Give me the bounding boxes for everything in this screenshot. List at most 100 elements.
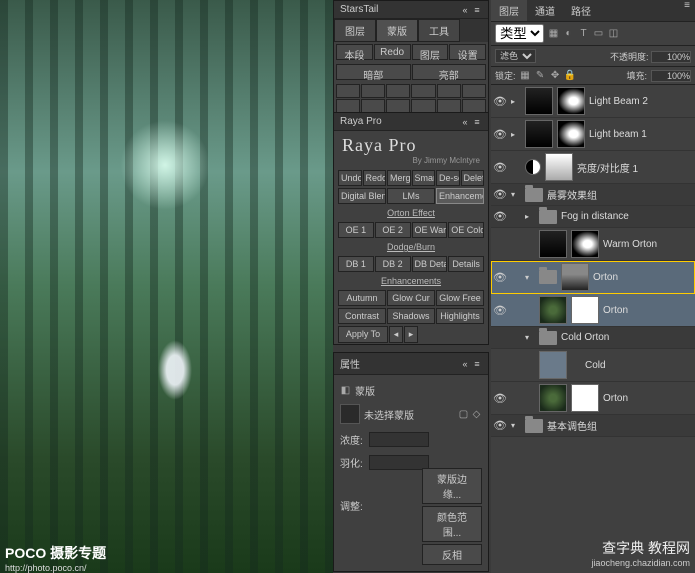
st-btn[interactable]: 亮部 bbox=[412, 64, 487, 80]
visibility-toggle[interactable]: 👁 bbox=[493, 95, 507, 108]
undo-button[interactable]: Undo bbox=[338, 170, 362, 186]
invert-button[interactable]: 反相 bbox=[422, 544, 482, 565]
layer-name[interactable]: Cold Orton bbox=[561, 332, 609, 343]
layer-list[interactable]: 👁 ▸ Light Beam 2 👁 ▸ Light beam 1 👁 亮度/对… bbox=[491, 85, 695, 565]
visibility-toggle[interactable]: 👁 bbox=[493, 419, 507, 432]
mask-thumb[interactable] bbox=[561, 263, 589, 291]
layer-name[interactable]: Orton bbox=[603, 305, 628, 316]
expand-icon[interactable]: ▾ bbox=[525, 273, 535, 282]
collapse-icon[interactable]: « bbox=[460, 117, 470, 127]
raya-header[interactable]: Raya Pro « ≡ bbox=[334, 113, 488, 131]
st-btn[interactable]: 图层 bbox=[412, 44, 449, 60]
expand-icon[interactable]: ▸ bbox=[511, 130, 521, 139]
st-cell[interactable] bbox=[361, 99, 385, 113]
tab-digital-blending[interactable]: Digital Blending bbox=[338, 188, 386, 204]
merge-button[interactable]: Merge bbox=[387, 170, 411, 186]
st-cell[interactable] bbox=[462, 84, 486, 98]
adjustment-icon[interactable] bbox=[525, 159, 541, 175]
st-tab-layer[interactable]: 图层 bbox=[334, 19, 376, 42]
layer-name[interactable]: Orton bbox=[593, 272, 618, 283]
smart-button[interactable]: Smart bbox=[412, 170, 436, 186]
mask-thumb[interactable] bbox=[571, 296, 599, 324]
collapse-icon[interactable]: « bbox=[460, 359, 470, 369]
vector-mask-icon[interactable]: ◇ bbox=[471, 409, 482, 420]
mask-thumb[interactable] bbox=[545, 153, 573, 181]
mask-thumb[interactable] bbox=[571, 384, 599, 412]
layer-thumb[interactable] bbox=[539, 351, 567, 379]
density-input[interactable] bbox=[369, 432, 429, 447]
expand-icon[interactable]: ▸ bbox=[525, 212, 535, 221]
fill-input[interactable] bbox=[651, 70, 691, 82]
expand-icon[interactable]: ▸ bbox=[511, 97, 521, 106]
st-cell[interactable] bbox=[437, 84, 461, 98]
menu-icon[interactable]: ≡ bbox=[472, 5, 482, 15]
filter-shape-icon[interactable]: ▭ bbox=[593, 28, 604, 39]
expand-icon[interactable]: ▾ bbox=[511, 190, 521, 199]
starstail-header[interactable]: StarsTail « ≡ bbox=[334, 1, 488, 19]
mask-thumb[interactable] bbox=[571, 230, 599, 258]
layer-group[interactable]: 👁 ▾ 基本调色组 bbox=[491, 415, 695, 437]
apply-next-button[interactable]: ▸ bbox=[404, 326, 418, 343]
redo-button[interactable]: Redo bbox=[363, 170, 387, 186]
layer-thumb[interactable] bbox=[539, 296, 567, 324]
layer-name[interactable]: 基本调色组 bbox=[547, 418, 597, 433]
st-cell[interactable] bbox=[336, 99, 360, 113]
menu-icon[interactable]: ≡ bbox=[472, 117, 482, 127]
st-cell[interactable] bbox=[411, 84, 435, 98]
tab-lms[interactable]: LMs bbox=[387, 188, 435, 204]
layer-group[interactable]: 👁 ▸ Fog in distance bbox=[491, 206, 695, 228]
layer-name[interactable]: Warm Orton bbox=[603, 239, 657, 250]
visibility-toggle[interactable]: 👁 bbox=[493, 210, 507, 223]
highlights-button[interactable]: Highlights bbox=[436, 308, 484, 324]
st-cell[interactable] bbox=[361, 84, 385, 98]
layer-row[interactable]: 👁 亮度/对比度 1 bbox=[491, 151, 695, 184]
lock-transparent-icon[interactable]: ▦ bbox=[520, 70, 531, 81]
apply-to-button[interactable]: Apply To bbox=[338, 326, 388, 343]
collapse-icon[interactable]: « bbox=[460, 5, 470, 15]
st-btn[interactable]: 本段 bbox=[336, 44, 373, 60]
layer-name[interactable]: Cold bbox=[585, 360, 606, 371]
tab-enhancements[interactable]: Enhancements bbox=[436, 188, 484, 204]
lock-position-icon[interactable]: ✥ bbox=[550, 70, 561, 81]
layer-name[interactable]: Light Beam 2 bbox=[589, 96, 648, 107]
oe-warm-button[interactable]: OE Warm bbox=[412, 222, 448, 238]
layer-row[interactable]: 👁 ▸ Light Beam 2 bbox=[491, 85, 695, 118]
layer-name[interactable]: 亮度/对比度 1 bbox=[577, 160, 638, 175]
st-btn[interactable]: Redo bbox=[374, 44, 411, 60]
st-cell[interactable] bbox=[336, 84, 360, 98]
layer-row[interactable]: Warm Orton bbox=[491, 228, 695, 261]
blend-mode-select[interactable]: 滤色 bbox=[495, 49, 536, 63]
desel-button[interactable]: De-sel bbox=[436, 170, 460, 186]
layer-row[interactable]: 👁 ▸ Light beam 1 bbox=[491, 118, 695, 151]
layer-row[interactable]: 👁 Orton bbox=[491, 294, 695, 327]
st-tab-mask[interactable]: 蒙版 bbox=[376, 19, 418, 42]
filter-smart-icon[interactable]: ◫ bbox=[608, 28, 619, 39]
st-cell[interactable] bbox=[411, 99, 435, 113]
st-cell[interactable] bbox=[386, 84, 410, 98]
visibility-toggle[interactable]: 👁 bbox=[493, 271, 507, 284]
details-button[interactable]: Details bbox=[448, 256, 484, 272]
layer-row[interactable]: 👁 ▾ Orton bbox=[491, 261, 695, 294]
autumn-button[interactable]: Autumn bbox=[338, 290, 386, 306]
glow-cur-button[interactable]: Glow Cur bbox=[387, 290, 435, 306]
layer-name[interactable]: Fog in distance bbox=[561, 211, 629, 222]
opacity-input[interactable] bbox=[651, 51, 691, 63]
filter-pixel-icon[interactable]: ▦ bbox=[548, 28, 559, 39]
db2-button[interactable]: DB 2 bbox=[375, 256, 411, 272]
mask-edge-button[interactable]: 蒙版边缘... bbox=[422, 468, 482, 504]
layer-thumb[interactable] bbox=[539, 230, 567, 258]
visibility-toggle[interactable]: 👁 bbox=[493, 128, 507, 141]
glow-free-button[interactable]: Glow Free bbox=[436, 290, 484, 306]
db-details-button[interactable]: DB Details bbox=[412, 256, 448, 272]
tab-paths[interactable]: 路径 bbox=[563, 0, 599, 21]
contrast-button[interactable]: Contrast bbox=[338, 308, 386, 324]
st-cell[interactable] bbox=[462, 99, 486, 113]
oe-cold-button[interactable]: OE Cold bbox=[448, 222, 484, 238]
st-tab-tools[interactable]: 工具 bbox=[418, 19, 460, 42]
layer-row[interactable]: 👁 Orton bbox=[491, 382, 695, 415]
layer-group[interactable]: 👁 ▾ 晨雾效果组 bbox=[491, 184, 695, 206]
filter-kind-select[interactable]: 类型 bbox=[495, 24, 544, 43]
st-cell[interactable] bbox=[437, 99, 461, 113]
layer-name[interactable]: Light beam 1 bbox=[589, 129, 647, 140]
db1-button[interactable]: DB 1 bbox=[338, 256, 374, 272]
